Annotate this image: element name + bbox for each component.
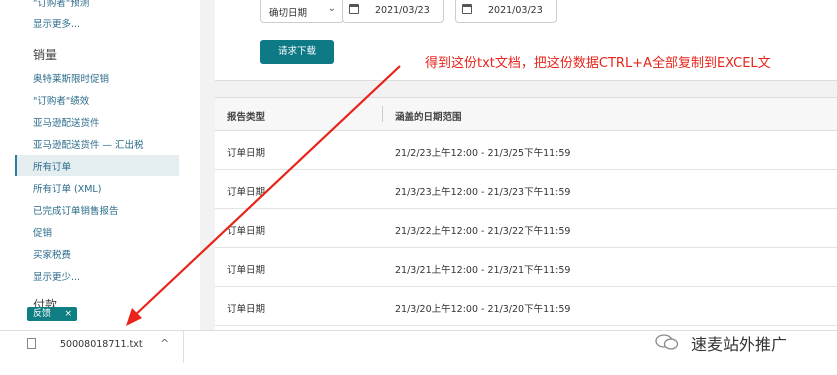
file-icon [27,338,36,349]
chevron-up-icon[interactable]: ^ [160,337,169,350]
download-file-name[interactable]: 50008018711.txt [60,339,143,350]
download-divider [183,331,184,363]
wechat-icon [655,334,679,350]
annotation-arrow [126,65,401,326]
watermark-text: 速麦站外推广 [691,335,788,354]
screenshot: "订购者"预测 显示更多... 销量 奥特莱斯限时促销 "订购者"绩效 亚马逊配… [0,0,837,375]
